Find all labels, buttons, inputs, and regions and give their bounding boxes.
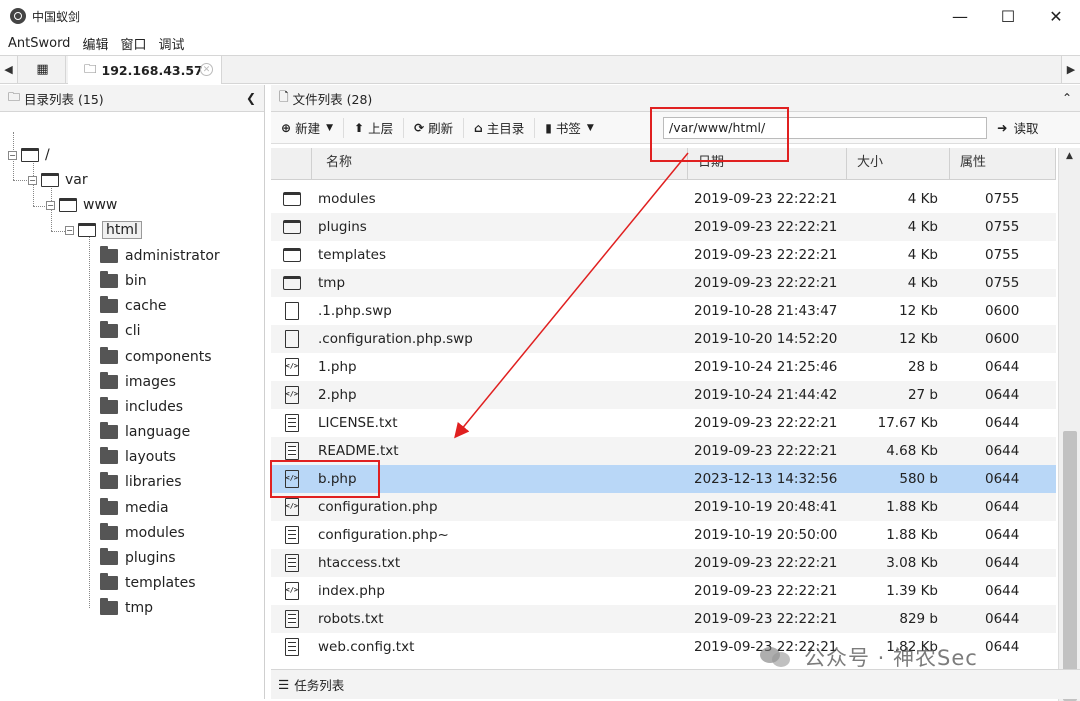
wechat-icon [760, 645, 796, 669]
annotation-arrow [454, 152, 689, 439]
watermark: 公众号 · 神农Sec [760, 642, 978, 672]
